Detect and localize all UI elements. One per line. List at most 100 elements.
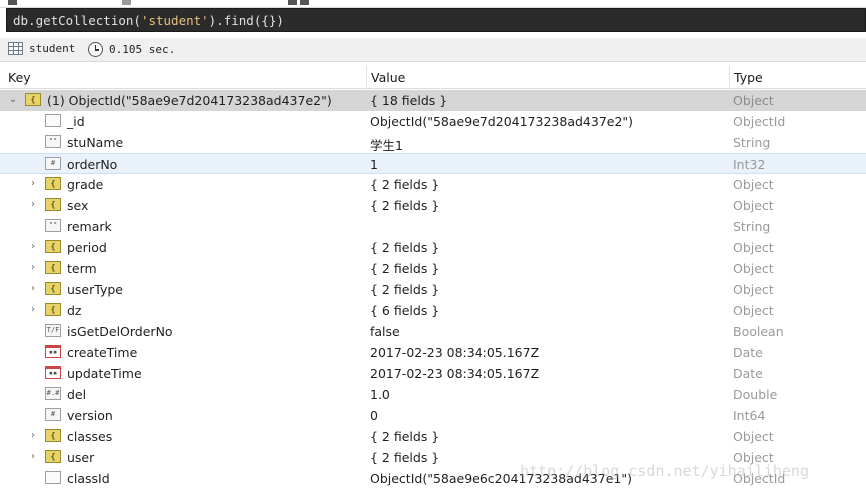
- table-row[interactable]: › { } term { 2 fields } Object: [0, 258, 866, 279]
- row-key: orderNo: [67, 157, 118, 172]
- result-status-bar: student 0.105 sec.: [0, 38, 866, 62]
- table-row[interactable]: _id ObjectId("58ae9e7d204173238ad437e2") O…: [0, 111, 866, 132]
- table-rows: ⌄ { } (1) ObjectId("58ae9e7d204173238ad437…: [0, 90, 866, 489]
- chevron-right-icon[interactable]: ›: [28, 241, 38, 253]
- table-row[interactable]: › { } userType { 2 fields } Object: [0, 279, 866, 300]
- row-key: _id: [67, 114, 85, 129]
- row-value: { 6 fields }: [370, 303, 440, 318]
- table-row[interactable]: › { } sex { 2 fields } Object: [0, 195, 866, 216]
- table-row[interactable]: › { } period { 2 fields } Object: [0, 237, 866, 258]
- column-header-value[interactable]: Value: [371, 70, 405, 85]
- row-key: updateTime: [67, 366, 142, 381]
- row-type: Int32: [733, 157, 766, 172]
- row-type: Date: [733, 366, 763, 381]
- row-key: classes: [67, 429, 113, 444]
- row-type: Double: [733, 387, 778, 402]
- collection-name: student: [29, 42, 76, 55]
- row-value: { 2 fields }: [370, 261, 440, 276]
- toolbar-icon[interactable]: [8, 0, 17, 5]
- toolbar-icon[interactable]: [300, 0, 309, 5]
- chevron-right-icon[interactable]: ›: [28, 283, 38, 295]
- objectid-icon: [45, 114, 61, 127]
- chevron-right-icon[interactable]: ›: [28, 304, 38, 316]
- row-type: Date: [733, 345, 763, 360]
- table-row[interactable]: "" remark String: [0, 216, 866, 237]
- table-row[interactable]: # version 0 Int64: [0, 405, 866, 426]
- clock-icon: [88, 42, 103, 57]
- row-key: user: [67, 450, 95, 465]
- row-value: 2017-02-23 08:34:05.167Z: [370, 366, 540, 381]
- object-icon: { }: [45, 303, 61, 316]
- row-value: { 2 fields }: [370, 240, 440, 255]
- table-header: Key Value Type: [0, 66, 866, 89]
- row-key: classId: [67, 471, 110, 486]
- column-header-key[interactable]: Key: [8, 70, 31, 85]
- column-header-type[interactable]: Type: [734, 70, 763, 85]
- chevron-right-icon[interactable]: ›: [28, 199, 38, 211]
- number-icon: #: [45, 408, 61, 421]
- row-type: Object: [733, 240, 774, 255]
- chevron-right-icon[interactable]: ›: [28, 178, 38, 190]
- row-value: false: [370, 324, 400, 339]
- column-divider[interactable]: [729, 66, 730, 89]
- row-value: { 2 fields }: [370, 450, 440, 465]
- chevron-right-icon[interactable]: ›: [28, 451, 38, 463]
- query-suffix: ).find({}): [208, 13, 284, 28]
- row-key: createTime: [67, 345, 138, 360]
- table-icon: [8, 42, 23, 55]
- timing-status: 0.105 sec.: [88, 42, 175, 57]
- row-key: del: [67, 387, 87, 402]
- string-icon: "": [45, 219, 61, 232]
- table-row[interactable]: › { } grade { 2 fields } Object: [0, 174, 866, 195]
- query-text[interactable]: db.getCollection('student').find({}): [13, 13, 284, 28]
- row-value: { 2 fields }: [370, 198, 440, 213]
- boolean-icon: T/F: [45, 324, 61, 337]
- row-type: String: [733, 219, 771, 234]
- row-value: { 2 fields }: [370, 282, 440, 297]
- object-icon: { }: [45, 240, 61, 253]
- row-value: 0: [370, 408, 378, 423]
- date-icon: ▪▪: [45, 345, 61, 358]
- results-tree-table[interactable]: Key Value Type ⌄ { } (1) ObjectId("58ae9e7…: [0, 66, 866, 494]
- row-type: ObjectId: [733, 114, 786, 129]
- row-type: Object: [733, 429, 774, 444]
- object-icon: { }: [45, 450, 61, 463]
- query-editor[interactable]: db.getCollection('student').find({}): [6, 8, 866, 32]
- row-value: 1: [370, 157, 378, 172]
- double-icon: #.#: [45, 387, 61, 400]
- chevron-right-icon[interactable]: ›: [28, 430, 38, 442]
- table-row[interactable]: › { } classes { 2 fields } Object: [0, 426, 866, 447]
- row-value: { 2 fields }: [370, 177, 440, 192]
- object-icon: { }: [45, 198, 61, 211]
- row-type: Object: [733, 177, 774, 192]
- row-type: Boolean: [733, 324, 784, 339]
- toolbar-icon[interactable]: [122, 0, 131, 5]
- table-row[interactable]: # orderNo 1 Int32: [0, 153, 866, 174]
- date-icon: ▪▪: [45, 366, 61, 379]
- row-key: version: [67, 408, 113, 423]
- table-row[interactable]: ▪▪ updateTime 2017-02-23 08:34:05.167Z Date: [0, 363, 866, 384]
- toolbar-icon[interactable]: [288, 0, 297, 5]
- chevron-right-icon[interactable]: ›: [28, 262, 38, 274]
- column-divider[interactable]: [366, 66, 367, 89]
- table-row[interactable]: #.# del 1.0 Double: [0, 384, 866, 405]
- row-value: 2017-02-23 08:34:05.167Z: [370, 345, 540, 360]
- row-value: { 2 fields }: [370, 429, 440, 444]
- row-key: userType: [67, 282, 123, 297]
- chevron-down-icon[interactable]: ⌄: [8, 94, 18, 106]
- objectid-icon: [45, 471, 61, 484]
- row-value: { 18 fields }: [370, 93, 448, 108]
- query-prefix: db.getCollection(: [13, 13, 141, 28]
- table-row[interactable]: T/F isGetDelOrderNo false Boolean: [0, 321, 866, 342]
- number-icon: #: [45, 157, 61, 170]
- document-row[interactable]: ⌄ { } (1) ObjectId("58ae9e7d204173238ad437…: [0, 90, 866, 111]
- table-row[interactable]: ▪▪ createTime 2017-02-23 08:34:05.167Z Date: [0, 342, 866, 363]
- table-row[interactable]: "" stuName 学生1 String: [0, 132, 866, 153]
- object-icon: { }: [45, 429, 61, 442]
- row-key: (1) ObjectId("58ae9e7d204173238ad437e2"): [47, 93, 332, 108]
- object-icon: { }: [45, 177, 61, 190]
- string-icon: "": [45, 135, 61, 148]
- object-icon: { }: [45, 261, 61, 274]
- table-row[interactable]: › { } dz { 6 fields } Object: [0, 300, 866, 321]
- row-type: Object: [733, 93, 774, 108]
